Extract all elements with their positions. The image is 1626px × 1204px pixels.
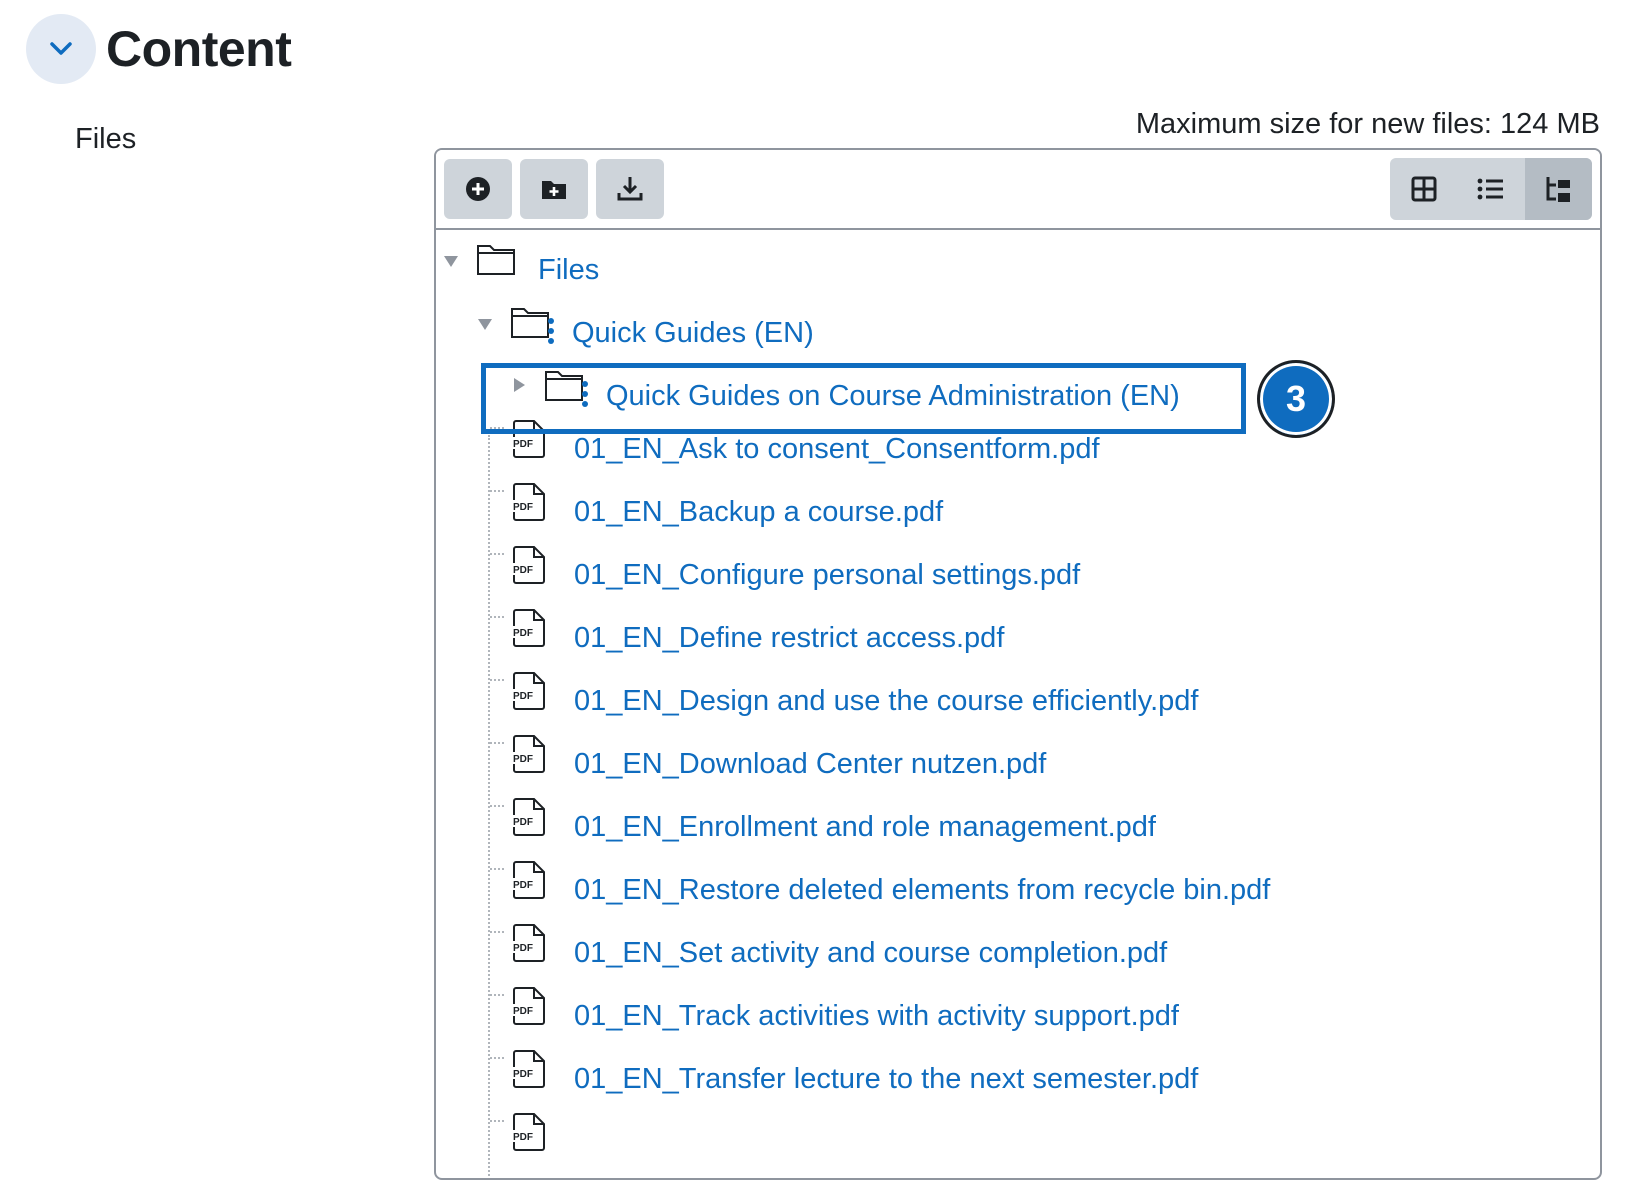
file-name-link[interactable]: 01_EN_Ask to consent_Consentform.pdf bbox=[574, 433, 1100, 466]
pdf-file-icon: PDF bbox=[512, 672, 545, 710]
pdf-file-icon: PDF bbox=[512, 861, 545, 899]
file-name-link[interactable]: 01_EN_Enrollment and role management.pdf bbox=[574, 811, 1156, 844]
tree-node-label[interactable]: Quick Guides (EN) bbox=[572, 317, 814, 350]
caret-down-icon[interactable] bbox=[478, 319, 492, 331]
pdf-icon-text: PDF bbox=[513, 628, 533, 639]
file-name-link[interactable]: 01_EN_Set activity and course completion… bbox=[574, 937, 1167, 970]
view-switcher bbox=[1390, 158, 1592, 220]
file-name-link[interactable]: 01_EN_Design and use the course efficien… bbox=[574, 685, 1198, 718]
tree-connector bbox=[490, 1057, 504, 1059]
pdf-icon-text: PDF bbox=[513, 1132, 533, 1143]
pdf-icon-text: PDF bbox=[513, 880, 533, 891]
pdf-file-icon: PDF bbox=[512, 924, 545, 962]
tree-connector bbox=[490, 742, 504, 744]
collapse-section-button[interactable] bbox=[26, 14, 96, 84]
tree-connector bbox=[490, 490, 504, 492]
file-name-link[interactable]: 01_EN_Restore deleted elements from recy… bbox=[574, 874, 1270, 907]
file-list-item[interactable]: PDF 01_EN_Define restrict access.pdf bbox=[436, 608, 1600, 668]
create-folder-icon bbox=[542, 181, 566, 199]
file-list-item[interactable]: PDF bbox=[436, 1112, 1600, 1172]
file-list-item[interactable]: PDF 01_EN_Design and use the course effic… bbox=[436, 671, 1600, 731]
download-all-button[interactable] bbox=[596, 159, 664, 219]
files-field-label: Files bbox=[75, 123, 137, 155]
file-list-item[interactable]: PDF 01_EN_Download Center nutzen.pdf bbox=[436, 734, 1600, 794]
tree-connector bbox=[490, 994, 504, 996]
create-folder-button[interactable] bbox=[520, 159, 588, 219]
tree-node-root[interactable]: Files bbox=[436, 230, 1600, 290]
grid-view-icon bbox=[1411, 176, 1437, 202]
tree-connector bbox=[490, 931, 504, 933]
pdf-file-icon: PDF bbox=[512, 1113, 545, 1151]
tree-connector bbox=[490, 1120, 504, 1122]
caret-down-icon[interactable] bbox=[444, 256, 458, 268]
pdf-file-icon: PDF bbox=[512, 798, 545, 836]
tree-connector bbox=[490, 868, 504, 870]
file-name-link[interactable]: 01_EN_Download Center nutzen.pdf bbox=[574, 748, 1046, 781]
list-view-button[interactable] bbox=[1457, 158, 1524, 220]
file-manager: Files Quick Guides (EN) Quick Guides on … bbox=[434, 148, 1602, 1180]
pdf-file-icon: PDF bbox=[512, 609, 545, 647]
tree-view-icon bbox=[1546, 177, 1571, 202]
section-header: Content bbox=[26, 14, 292, 84]
tree-node-subfolder[interactable]: Quick Guides (EN) bbox=[436, 293, 1600, 353]
download-icon bbox=[617, 177, 643, 201]
chevron-down-icon bbox=[50, 42, 72, 55]
tree-connector bbox=[490, 553, 504, 555]
file-name-link[interactable]: 01_EN_Track activities with activity sup… bbox=[574, 1000, 1179, 1033]
grid-view-button[interactable] bbox=[1390, 158, 1457, 220]
pdf-file-icon: PDF bbox=[512, 987, 545, 1025]
file-list-item[interactable]: PDF 01_EN_Configure personal settings.pdf bbox=[436, 545, 1600, 605]
file-list-item[interactable]: PDF 01_EN_Backup a course.pdf bbox=[436, 482, 1600, 542]
pdf-icon-text: PDF bbox=[513, 1006, 533, 1017]
file-name-link[interactable]: 01_EN_Backup a course.pdf bbox=[574, 496, 943, 529]
folder-icon bbox=[511, 308, 549, 338]
pdf-file-icon: PDF bbox=[512, 546, 545, 584]
file-manager-toolbar bbox=[436, 150, 1600, 230]
file-name-link[interactable]: 01_EN_Configure personal settings.pdf bbox=[574, 559, 1080, 592]
tree-node-label[interactable]: Files bbox=[538, 254, 599, 287]
file-list-item[interactable]: PDF 01_EN_Set activity and course complet… bbox=[436, 923, 1600, 983]
pdf-icon-text: PDF bbox=[513, 691, 533, 702]
pdf-icon-text: PDF bbox=[513, 1069, 533, 1080]
add-file-icon bbox=[466, 177, 490, 201]
pdf-icon-text: PDF bbox=[513, 439, 533, 450]
pdf-icon-text: PDF bbox=[513, 754, 533, 765]
add-file-button[interactable] bbox=[444, 159, 512, 219]
more-options-icon[interactable] bbox=[547, 317, 555, 345]
step-badge: 3 bbox=[1257, 360, 1335, 438]
pdf-icon-text: PDF bbox=[513, 943, 533, 954]
tree-view-button[interactable] bbox=[1524, 158, 1592, 220]
highlight-box bbox=[481, 363, 1246, 434]
file-list-item[interactable]: PDF 01_EN_Track activities with activity … bbox=[436, 986, 1600, 1046]
file-list-item[interactable]: PDF 01_EN_Transfer lecture to the next se… bbox=[436, 1049, 1600, 1109]
pdf-icon-text: PDF bbox=[513, 565, 533, 576]
tree-connector bbox=[490, 679, 504, 681]
file-list-item[interactable]: PDF 01_EN_Enrollment and role management.… bbox=[436, 797, 1600, 857]
max-file-size-note: Maximum size for new files: 124 MB bbox=[1135, 108, 1600, 140]
tree-connector bbox=[490, 616, 504, 618]
file-name-link[interactable]: 01_EN_Define restrict access.pdf bbox=[574, 622, 1004, 655]
pdf-icon-text: PDF bbox=[513, 502, 533, 513]
list-view-icon bbox=[1477, 178, 1503, 200]
section-title: Content bbox=[106, 21, 292, 77]
folder-icon bbox=[477, 245, 515, 275]
file-name-link[interactable]: 01_EN_Transfer lecture to the next semes… bbox=[574, 1063, 1198, 1096]
tree-connector bbox=[490, 805, 504, 807]
pdf-file-icon: PDF bbox=[512, 483, 545, 521]
pdf-icon-text: PDF bbox=[513, 817, 533, 828]
pdf-file-icon: PDF bbox=[512, 735, 545, 773]
pdf-file-icon: PDF bbox=[512, 1050, 545, 1088]
file-list-item[interactable]: PDF 01_EN_Restore deleted elements from r… bbox=[436, 860, 1600, 920]
